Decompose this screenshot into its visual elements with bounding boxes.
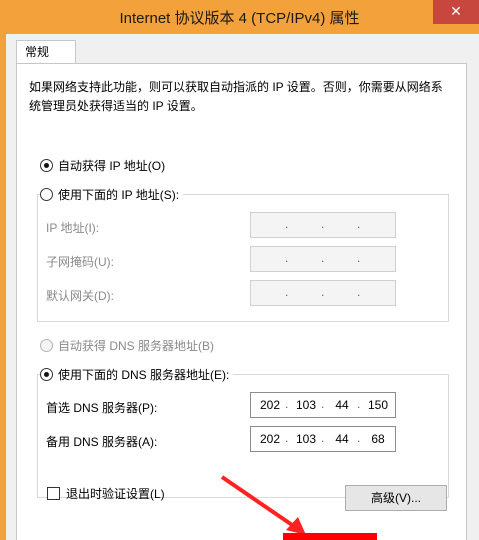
annotation-arrow	[220, 475, 306, 535]
dialog-window: Internet 协议版本 4 (TCP/IPv4) 属性 ✕ 常规 如果网络支…	[0, 0, 479, 540]
highlight-marker	[283, 533, 377, 540]
